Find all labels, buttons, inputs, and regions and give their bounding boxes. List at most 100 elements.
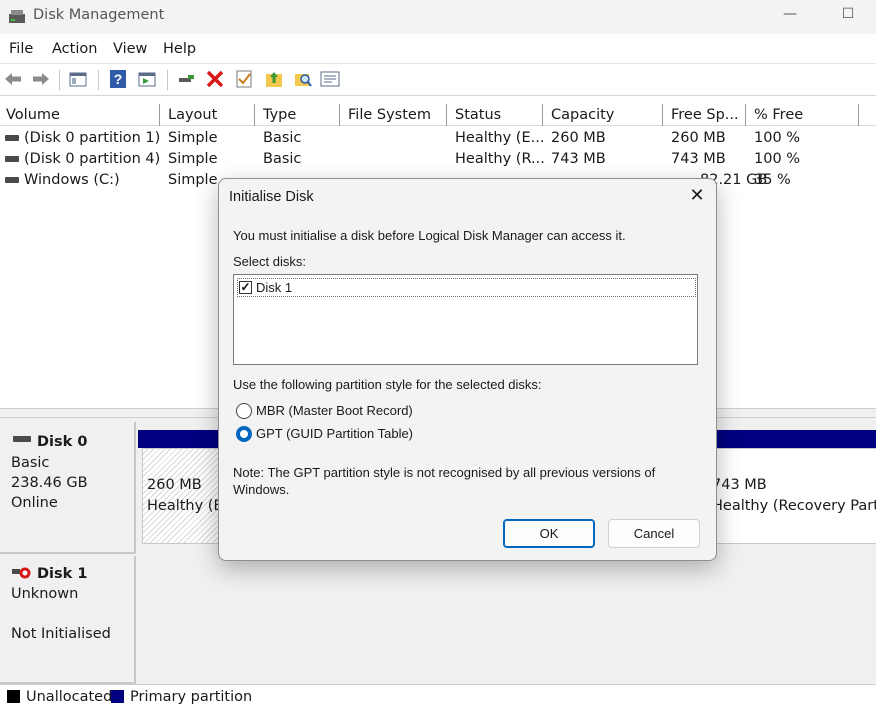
- folder-up-icon[interactable]: [264, 69, 284, 89]
- partition-status: Healthy (Recovery Partiti: [712, 498, 876, 514]
- dialog-intro-text: You must initialise a disk before Logica…: [233, 228, 626, 243]
- column-file-system[interactable]: File System: [348, 107, 431, 123]
- cell-type: Basic: [263, 130, 302, 146]
- back-arrow-icon[interactable]: [3, 69, 23, 89]
- partition-size: 260 MB: [147, 477, 202, 493]
- table-row[interactable]: (Disk 0 partition 4) Simple Basic Health…: [0, 149, 876, 170]
- properties-icon[interactable]: [137, 69, 157, 89]
- cell-volume: Windows (C:): [24, 172, 120, 188]
- cell-layout: Simple: [168, 172, 218, 188]
- disk-0-state: Online: [11, 495, 58, 511]
- check-icon[interactable]: [234, 69, 254, 89]
- column-divider[interactable]: [446, 104, 447, 126]
- toolbar-separator: [59, 70, 60, 90]
- menu-help[interactable]: Help: [163, 41, 196, 57]
- column-divider[interactable]: [339, 104, 340, 126]
- cell-volume: (Disk 0 partition 1): [24, 130, 161, 146]
- search-folder-icon[interactable]: [293, 69, 313, 89]
- cell-status: Healthy (R...: [455, 151, 545, 167]
- cell-percent-free: 35 %: [754, 172, 791, 188]
- help-icon[interactable]: ?: [108, 69, 128, 89]
- initialise-disk-dialog: Initialise Disk ✕ You must initialise a …: [218, 178, 717, 561]
- gpt-radio-label[interactable]: GPT (GUID Partition Table): [256, 426, 413, 441]
- window-title: Disk Management: [33, 7, 165, 23]
- cell-capacity: 743 MB: [551, 151, 606, 167]
- disk-icon: [13, 436, 31, 442]
- column-divider[interactable]: [159, 104, 160, 126]
- disk-1-state: Not Initialised: [11, 626, 111, 642]
- cell-percent-free: 100 %: [754, 151, 801, 167]
- disk-1-checkbox[interactable]: ✓: [239, 281, 252, 294]
- disk-1-label[interactable]: Disk 1 Unknown Not Initialised: [0, 556, 136, 684]
- mbr-radio[interactable]: [236, 403, 252, 419]
- partition-size: 743 MB: [712, 477, 767, 493]
- legend-swatch-primary: [111, 690, 124, 703]
- disk-0-size: 238.46 GB: [11, 475, 88, 491]
- disk-1-type: Unknown: [11, 586, 79, 602]
- cell-free-space: 743 MB: [671, 151, 726, 167]
- column-volume[interactable]: Volume: [6, 107, 60, 123]
- close-icon[interactable]: ✕: [685, 185, 709, 209]
- cancel-button[interactable]: Cancel: [608, 519, 700, 548]
- disk-0-type: Basic: [11, 455, 50, 471]
- cell-layout: Simple: [168, 130, 218, 146]
- cell-type: Basic: [263, 151, 302, 167]
- connect-icon[interactable]: [176, 69, 196, 89]
- column-divider[interactable]: [254, 104, 255, 126]
- column-percent-free[interactable]: % Free: [754, 107, 803, 123]
- gpt-radio[interactable]: [236, 426, 252, 442]
- disk-1-name: Disk 1: [37, 566, 88, 582]
- column-divider[interactable]: [662, 104, 663, 126]
- svg-text:?: ?: [114, 71, 123, 87]
- menu-file[interactable]: File: [9, 41, 33, 57]
- minimize-button[interactable]: —: [778, 6, 802, 28]
- disk-select-list[interactable]: ✓ Disk 1: [233, 274, 698, 365]
- partition-recovery[interactable]: 743 MB Healthy (Recovery Partiti: [708, 448, 876, 544]
- menu-action[interactable]: Action: [52, 41, 97, 57]
- console-tree-icon[interactable]: [68, 69, 88, 89]
- title-bar: Disk Management — ☐: [0, 0, 876, 34]
- column-free-space[interactable]: Free Sp...: [671, 107, 739, 123]
- disk-0-label[interactable]: Disk 0 Basic 238.46 GB Online: [0, 422, 136, 554]
- partition-style-label: Use the following partition style for th…: [233, 377, 542, 392]
- list-view-icon[interactable]: [320, 69, 340, 89]
- drive-icon: [5, 156, 19, 162]
- cell-layout: Simple: [168, 151, 218, 167]
- table-row[interactable]: (Disk 0 partition 1) Simple Basic Health…: [0, 128, 876, 149]
- column-divider[interactable]: [745, 104, 746, 126]
- toolbar-separator: [167, 70, 168, 90]
- menu-bar: File Action View Help: [0, 34, 876, 64]
- cell-volume: (Disk 0 partition 4): [24, 151, 161, 167]
- cell-status: Healthy (E...: [455, 130, 545, 146]
- toolbar: ?: [0, 64, 876, 96]
- menu-view[interactable]: View: [113, 41, 147, 57]
- column-layout[interactable]: Layout: [168, 107, 217, 123]
- mbr-radio-label[interactable]: MBR (Master Boot Record): [256, 403, 413, 418]
- disk-management-app-icon: [9, 10, 25, 23]
- legend-label-primary: Primary partition: [130, 689, 253, 705]
- column-capacity[interactable]: Capacity: [551, 107, 614, 123]
- list-item[interactable]: ✓ Disk 1: [237, 278, 696, 297]
- ok-button[interactable]: OK: [503, 519, 595, 548]
- legend-label-unallocated: Unallocated: [26, 689, 113, 705]
- legend-swatch-unallocated: [7, 690, 20, 703]
- forward-arrow-icon[interactable]: [31, 69, 51, 89]
- disk-error-icon: [12, 567, 31, 579]
- disk-1-space[interactable]: [138, 554, 876, 682]
- list-item-label: Disk 1: [256, 280, 293, 295]
- column-divider[interactable]: [858, 104, 859, 126]
- maximize-button[interactable]: ☐: [836, 6, 860, 28]
- select-disks-label: Select disks:: [233, 254, 306, 269]
- drive-icon: [5, 135, 19, 141]
- gpt-note-line-1: Note: The GPT partition style is not rec…: [233, 465, 656, 480]
- cell-capacity: 260 MB: [551, 130, 606, 146]
- column-type[interactable]: Type: [263, 107, 296, 123]
- delete-icon[interactable]: [205, 69, 225, 89]
- toolbar-separator: [98, 70, 99, 90]
- dialog-title: Initialise Disk: [229, 189, 314, 205]
- column-status[interactable]: Status: [455, 107, 501, 123]
- column-divider[interactable]: [542, 104, 543, 126]
- cell-percent-free: 100 %: [754, 130, 801, 146]
- legend: Unallocated Primary partition: [0, 684, 876, 708]
- cell-free-space: 260 MB: [671, 130, 726, 146]
